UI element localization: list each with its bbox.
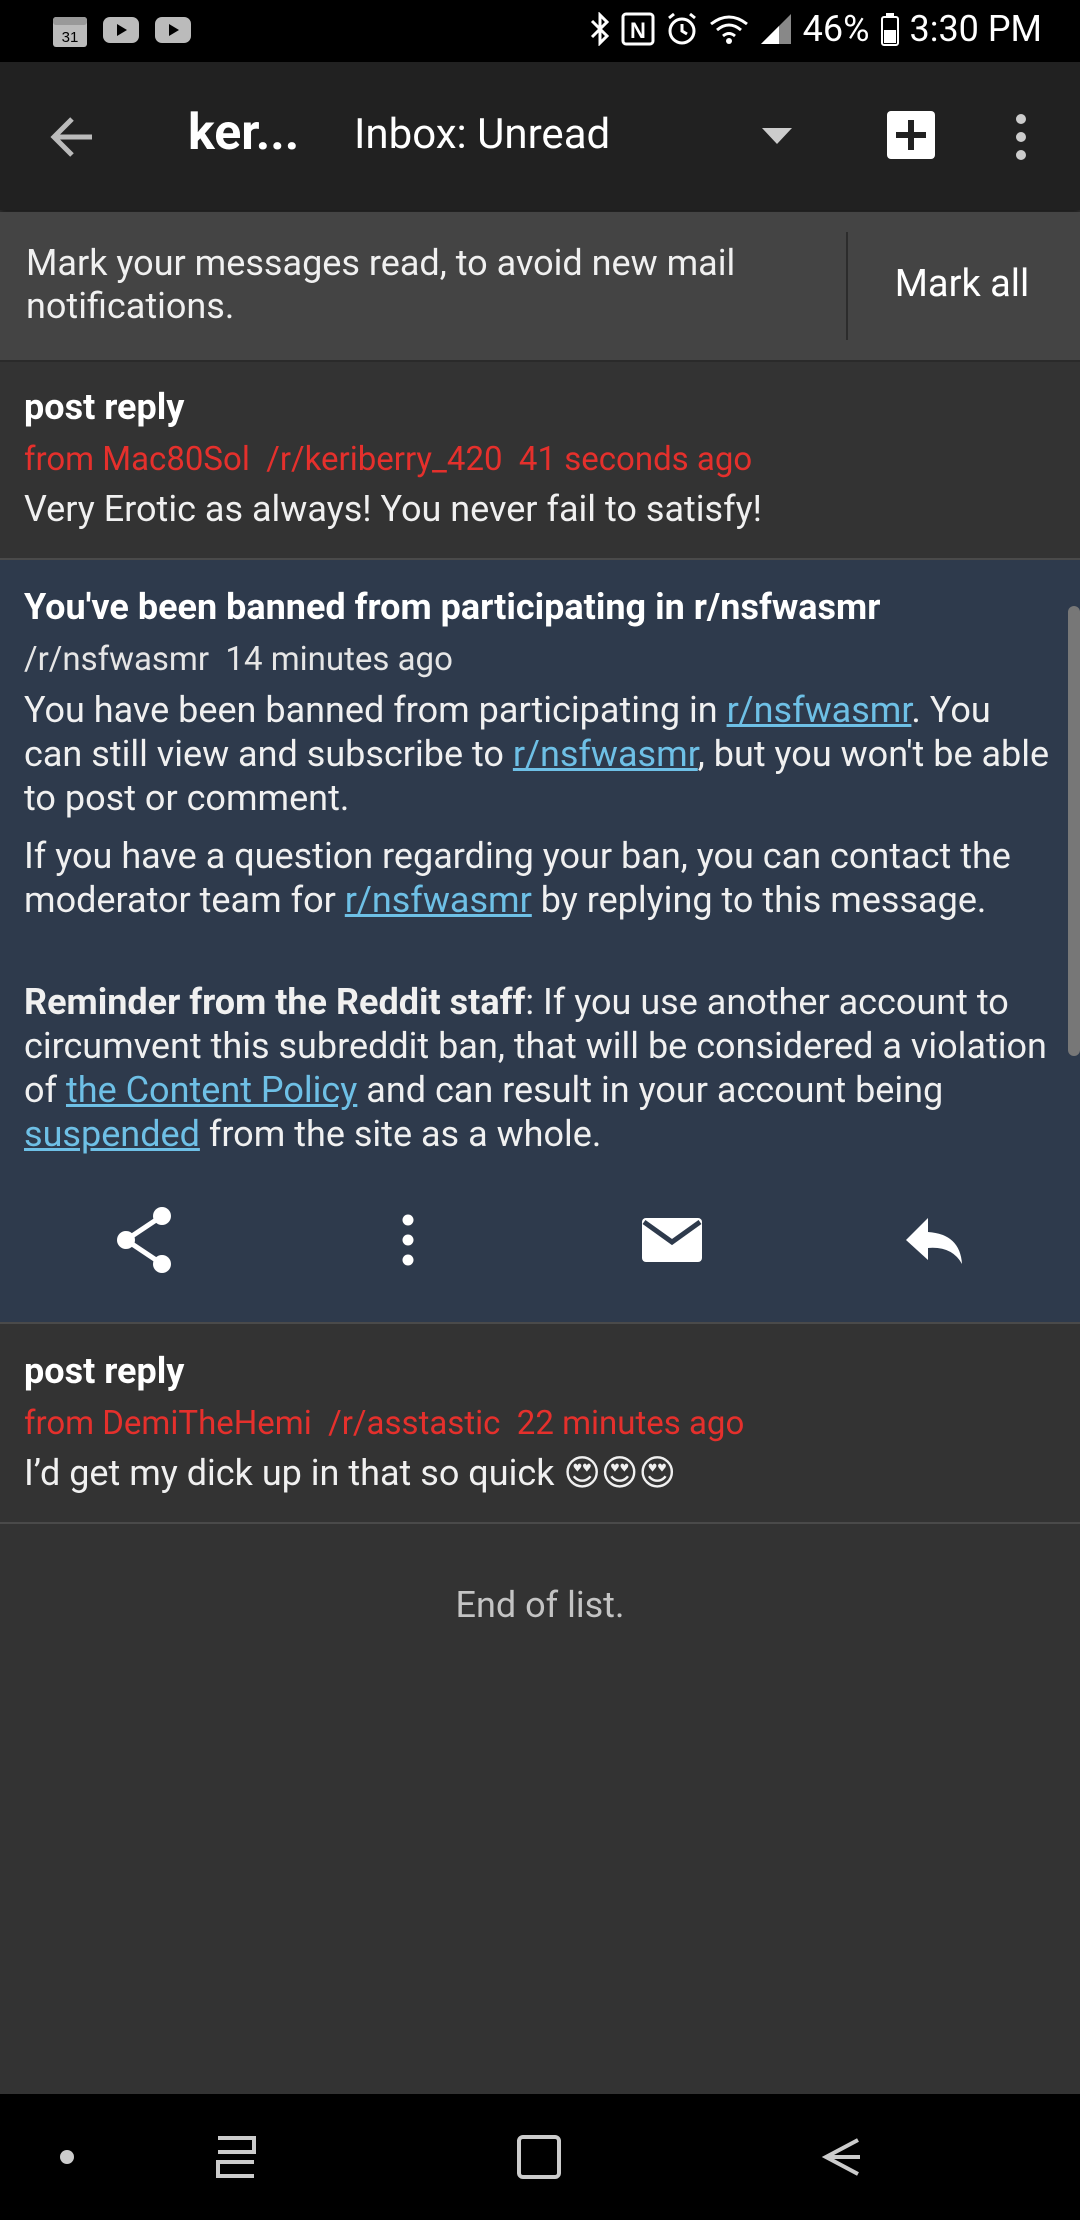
wifi-icon	[709, 15, 748, 44]
clock: 3:30 PM	[909, 8, 1043, 50]
message-subject: You've been banned from participating in…	[24, 586, 881, 628]
mail-icon[interactable]	[632, 1200, 712, 1280]
back-icon[interactable]	[818, 2132, 868, 2182]
recent-apps-icon[interactable]	[210, 2132, 262, 2182]
nav-dot-icon[interactable]	[58, 2148, 76, 2166]
message-paragraph: Reminder from the Reddit staff: If you u…	[24, 980, 1054, 1156]
battery-icon	[880, 13, 899, 46]
message-paragraph: If you have a question regarding your ba…	[24, 834, 1054, 922]
message-meta[interactable]: /r/nsfwasmr 14 minutes ago	[24, 640, 453, 679]
back-arrow-icon[interactable]	[48, 112, 98, 162]
message-subject: post reply	[24, 1350, 185, 1392]
message-meta[interactable]: from Mac80Sol /r/keriberry_420 41 second…	[24, 440, 752, 479]
text: by replying to this message.	[531, 879, 987, 921]
status-left-icons: 31	[52, 14, 192, 48]
message-item[interactable]: post reply from DemiTheHemi /r/asstastic…	[0, 1324, 1080, 1524]
alarm-icon	[667, 12, 696, 45]
end-of-list-label: End of list.	[455, 1584, 625, 1626]
text: from the site as a whole.	[199, 1113, 602, 1155]
message-meta[interactable]: from DemiTheHemi /r/asstastic 22 minutes…	[24, 1404, 744, 1443]
subreddit-link[interactable]: r/nsfwasmr	[727, 689, 912, 731]
bluetooth-icon	[590, 12, 609, 46]
overflow-menu-icon[interactable]	[1006, 112, 1036, 162]
account-title[interactable]: ker...	[188, 104, 299, 162]
banner-divider	[846, 232, 848, 340]
youtube-icon	[155, 17, 191, 43]
svg-text:N: N	[630, 18, 646, 43]
mark-all-button[interactable]: Mark all	[862, 262, 1062, 306]
scrollbar[interactable]	[1068, 606, 1080, 1056]
status-right: N 46% 3:30 PM	[589, 8, 1042, 50]
system-nav-bar	[0, 2094, 1080, 2220]
compose-plus-icon[interactable]	[886, 110, 936, 160]
suspended-link[interactable]: suspended	[24, 1113, 200, 1155]
message-subject: post reply	[24, 386, 185, 428]
calendar-icon: 31	[53, 17, 87, 47]
message-item[interactable]: post reply from Mac80Sol /r/keriberry_42…	[0, 362, 1080, 560]
app-toolbar: ker... Inbox: Unread	[0, 62, 1080, 210]
nfc-icon: N	[621, 12, 655, 46]
content-policy-link[interactable]: the Content Policy	[66, 1069, 357, 1111]
more-options-icon[interactable]	[368, 1200, 448, 1280]
inbox-filter-select[interactable]: Inbox: Unread	[354, 110, 610, 159]
bold-text: Reminder from the Reddit staff	[24, 981, 526, 1023]
home-icon[interactable]	[514, 2132, 564, 2182]
signal-icon	[760, 14, 791, 44]
text: and can result in your account being	[357, 1069, 944, 1111]
battery-percent: 46%	[802, 8, 870, 50]
status-bar: 31 N 46% 3:30 PM	[0, 0, 1080, 62]
subreddit-link[interactable]: r/nsfwasmr	[345, 879, 532, 921]
subreddit-link[interactable]: r/nsfwasmr	[513, 733, 698, 775]
reply-icon[interactable]	[894, 1200, 974, 1280]
svg-text:31: 31	[62, 29, 79, 46]
dropdown-arrow-icon[interactable]	[762, 128, 792, 146]
message-body: Very Erotic as always! You never fail to…	[24, 488, 762, 530]
message-paragraph: You have been banned from participating …	[24, 688, 1054, 820]
message-actions	[0, 1200, 1080, 1320]
message-item-expanded[interactable]: You've been banned from participating in…	[0, 560, 1080, 1324]
mark-read-banner: Mark your messages read, to avoid new ma…	[0, 212, 1080, 362]
youtube-icon	[103, 17, 139, 43]
text: You have been banned from participating …	[24, 689, 727, 731]
share-icon[interactable]	[104, 1200, 184, 1280]
message-body: I’d get my dick up in that so quick 😍😍😍	[24, 1452, 676, 1494]
banner-text: Mark your messages read, to avoid new ma…	[26, 242, 736, 327]
